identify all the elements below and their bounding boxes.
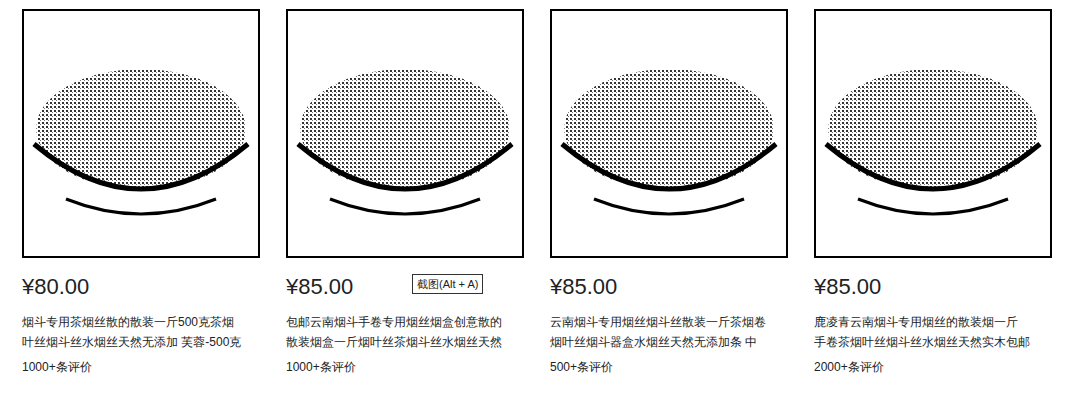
product-image[interactable] xyxy=(22,9,260,258)
product-card[interactable]: ¥85.00 包邮云南烟斗手卷专用烟丝烟盒创意散的散装烟盒一斤烟叶丝茶烟斗丝水烟丝… xyxy=(286,9,524,418)
review-count: 2000+条评价 xyxy=(814,358,1052,376)
product-price: ¥80.00 xyxy=(22,272,260,302)
product-card[interactable]: ¥85.00 鹿凌青云南烟斗专用烟丝的散装烟一斤手卷茶烟叶丝烟斗丝水烟丝天然实木包… xyxy=(814,9,1052,418)
product-title[interactable]: 鹿凌青云南烟斗专用烟丝的散装烟一斤手卷茶烟叶丝烟斗丝水烟丝天然实木包邮 xyxy=(814,312,1052,352)
product-image[interactable] xyxy=(814,9,1052,258)
product-list: ¥80.00 烟斗专用茶烟丝散的散装一斤500克茶烟叶丝烟斗丝水烟丝天然无添加 芙… xyxy=(0,0,1080,418)
screenshot-tooltip: 截图(Alt + A) xyxy=(412,274,483,294)
review-count: 1000+条评价 xyxy=(286,358,524,376)
product-title[interactable]: 云南烟斗专用烟丝烟斗丝散装一斤茶烟卷烟叶丝烟斗器盒水烟丝天然无添加条 中 xyxy=(550,312,788,352)
review-count: 500+条评价 xyxy=(550,358,788,376)
product-price: ¥85.00 xyxy=(814,272,1052,302)
product-price: ¥85.00 xyxy=(550,272,788,302)
review-count: 1000+条评价 xyxy=(22,358,260,376)
tobacco-bowl-icon xyxy=(26,34,256,234)
product-title[interactable]: 包邮云南烟斗手卷专用烟丝烟盒创意散的散装烟盒一斤烟叶丝茶烟斗丝水烟丝天然 xyxy=(286,312,524,352)
product-price: ¥85.00 xyxy=(286,272,524,302)
product-card[interactable]: ¥80.00 烟斗专用茶烟丝散的散装一斤500克茶烟叶丝烟斗丝水烟丝天然无添加 芙… xyxy=(22,9,260,418)
tobacco-bowl-icon xyxy=(818,34,1048,234)
product-image[interactable] xyxy=(550,9,788,258)
product-title[interactable]: 烟斗专用茶烟丝散的散装一斤500克茶烟叶丝烟斗丝水烟丝天然无添加 芙蓉-500克 xyxy=(22,312,260,352)
tobacco-bowl-icon xyxy=(554,34,784,234)
product-card[interactable]: ¥85.00 云南烟斗专用烟丝烟斗丝散装一斤茶烟卷烟叶丝烟斗器盒水烟丝天然无添加条… xyxy=(550,9,788,418)
tobacco-bowl-icon xyxy=(290,34,520,234)
product-image[interactable] xyxy=(286,9,524,258)
